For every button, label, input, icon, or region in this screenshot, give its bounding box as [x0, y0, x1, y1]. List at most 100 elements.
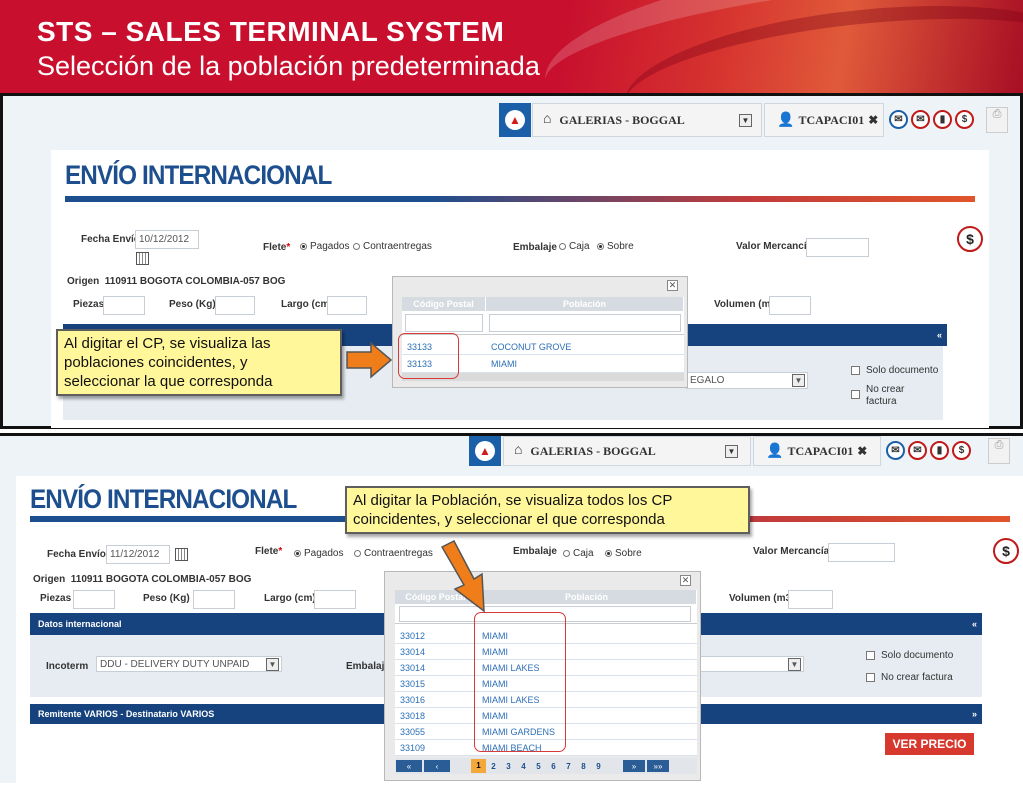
price-dollar-icon[interactable]: $: [993, 538, 1019, 564]
collapse-icon[interactable]: «: [937, 330, 942, 340]
print-icon[interactable]: ⎙: [986, 107, 1008, 133]
largo-input[interactable]: [314, 590, 356, 609]
peso-label: Peso (Kg): [169, 299, 216, 310]
col-codigo-postal[interactable]: Código Postal: [402, 297, 486, 311]
dollar-icon[interactable]: $: [955, 110, 974, 129]
no-crear-factura-checkbox[interactable]: No crear factura: [851, 384, 904, 408]
page-1[interactable]: 1: [471, 759, 486, 773]
solo-documento-checkbox[interactable]: Solo documento: [866, 650, 953, 661]
page-8[interactable]: 8: [576, 762, 591, 771]
prev-page-button[interactable]: ‹: [424, 760, 450, 772]
select-partial[interactable]: EGALO ▼: [686, 372, 808, 389]
embalaje-select[interactable]: ▼: [700, 656, 804, 672]
slide-title: STS – SALES TERMINAL SYSTEM: [37, 16, 505, 47]
pagination: « ‹ 1 2 3 4 5 6 7 8 9 » »»: [395, 758, 697, 774]
close-icon[interactable]: ✖: [857, 444, 867, 459]
first-page-button[interactable]: «: [396, 760, 422, 772]
slide-header: STS – SALES TERMINAL SYSTEM Selección de…: [0, 0, 1023, 93]
largo-input[interactable]: [327, 296, 367, 315]
chevron-down-icon[interactable]: ▼: [788, 658, 801, 671]
filter-cp-input[interactable]: [405, 313, 483, 332]
app-logo[interactable]: ▲: [499, 103, 531, 137]
last-page-button[interactable]: »»: [647, 760, 669, 772]
origen-label: Origen 110911 BOGOTA COLOMBIA-057 BOG: [67, 276, 286, 287]
chevron-down-icon[interactable]: ▼: [739, 114, 752, 127]
fecha-label: Fecha Envío: [47, 549, 106, 560]
flete-contraentregas-radio[interactable]: Contraentregas: [353, 241, 432, 252]
print-icon[interactable]: ⎙: [988, 438, 1010, 464]
page-9[interactable]: 9: [591, 762, 606, 771]
col-poblacion[interactable]: Población: [477, 590, 697, 604]
user-menu[interactable]: 👤 TCAPACI01 ✖: [753, 436, 881, 466]
dollar-icon[interactable]: $: [952, 441, 971, 460]
solo-documento-checkbox[interactable]: Solo documento: [851, 365, 938, 376]
bag-icon[interactable]: ▮: [933, 110, 952, 129]
chevron-down-icon[interactable]: ▼: [266, 658, 279, 671]
ver-precio-button[interactable]: VER PRECIO: [885, 733, 974, 755]
page-6[interactable]: 6: [546, 762, 561, 771]
price-dollar-icon[interactable]: $: [957, 226, 983, 252]
fecha-input[interactable]: 11/12/2012: [106, 545, 170, 564]
collapse-icon[interactable]: «: [972, 619, 977, 629]
mail-icon[interactable]: ✉: [886, 441, 905, 460]
page-3[interactable]: 3: [501, 762, 516, 771]
chevron-down-icon[interactable]: ▼: [725, 445, 738, 458]
toolbar-icons: ✉ ✉ ▮ $: [886, 110, 974, 129]
page-4[interactable]: 4: [516, 762, 531, 771]
piezas-input[interactable]: [73, 590, 115, 609]
valor-label: Valor Mercancía: [736, 241, 813, 252]
user-name: TCAPACI01: [787, 443, 854, 458]
bag-icon[interactable]: ▮: [930, 441, 949, 460]
valor-input[interactable]: [806, 238, 869, 257]
close-icon[interactable]: ✖: [868, 113, 878, 128]
embalaje-sobre-radio[interactable]: Sobre: [597, 241, 634, 252]
page-2[interactable]: 2: [486, 762, 501, 771]
fecha-input[interactable]: 10/12/2012: [135, 230, 199, 249]
page-5[interactable]: 5: [531, 762, 546, 771]
app-logo[interactable]: ▲: [469, 436, 501, 466]
volumen-input[interactable]: [788, 590, 833, 609]
office-selector[interactable]: ⌂ GALERIAS - BOGGAL ▼: [532, 103, 762, 137]
office-name: GALERIAS - BOGGAL: [530, 443, 656, 458]
close-icon[interactable]: ✕: [667, 280, 678, 291]
user-icon: 👤: [777, 112, 795, 128]
peso-input[interactable]: [193, 590, 235, 609]
mail-icon[interactable]: ✉: [889, 110, 908, 129]
no-crear-factura-checkbox[interactable]: No crear factura: [866, 672, 953, 683]
calendar-icon[interactable]: [136, 252, 149, 265]
piezas-input[interactable]: [103, 296, 145, 315]
embalaje-caja-radio[interactable]: Caja: [559, 241, 590, 252]
filter-poblacion-input[interactable]: [489, 313, 681, 332]
flete-pagados-radio[interactable]: Pagados: [300, 241, 349, 252]
close-icon[interactable]: ✕: [680, 575, 691, 586]
page-7[interactable]: 7: [561, 762, 576, 771]
embalaje-label: Embalaje: [513, 546, 557, 557]
user-menu[interactable]: 👤 TCAPACI01 ✖: [764, 103, 884, 137]
valor-input[interactable]: [828, 543, 895, 562]
col-poblacion[interactable]: Población: [486, 297, 684, 311]
flete-pagados-radio[interactable]: Pagados: [294, 548, 343, 559]
callout-cp: Al digitar el CP, se visualiza las pobla…: [56, 329, 342, 396]
flete-contraentregas-radio[interactable]: Contraentregas: [354, 548, 433, 559]
chevron-down-icon[interactable]: ▼: [792, 374, 805, 387]
envelope-icon[interactable]: ✉: [908, 441, 927, 460]
title-underline: [65, 196, 975, 202]
peso-input[interactable]: [215, 296, 255, 315]
incoterm-select[interactable]: DDU - DELIVERY DUTY UNPAID ▼: [96, 656, 282, 672]
office-name: GALERIAS - BOGGAL: [559, 112, 685, 127]
expand-icon[interactable]: »: [972, 709, 977, 719]
logo-icon: ▲: [505, 110, 525, 130]
embalaje-sobre-radio[interactable]: Sobre: [605, 548, 642, 559]
valor-label: Valor Mercancía: [753, 546, 830, 557]
arrow-right-icon: [346, 341, 393, 379]
next-page-button[interactable]: »: [623, 760, 645, 772]
calendar-icon[interactable]: [175, 548, 188, 561]
highlight-cp: [398, 333, 459, 379]
embalaje-caja-radio[interactable]: Caja: [563, 548, 594, 559]
largo-label: Largo (cm): [264, 593, 316, 604]
screenshot-panel-bottom: ▲ ⌂ GALERIAS - BOGGAL ▼ 👤 TCAPACI01 ✖ ✉ …: [0, 433, 1023, 786]
volumen-input[interactable]: [769, 296, 811, 315]
envelope-icon[interactable]: ✉: [911, 110, 930, 129]
flete-label: Flete*: [255, 546, 283, 557]
office-selector[interactable]: ⌂ GALERIAS - BOGGAL ▼: [503, 436, 751, 466]
